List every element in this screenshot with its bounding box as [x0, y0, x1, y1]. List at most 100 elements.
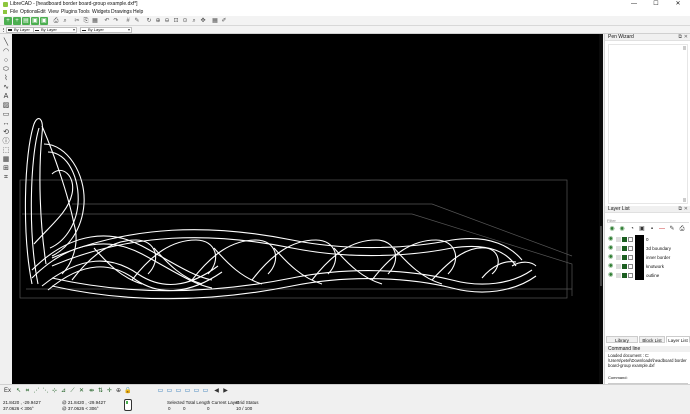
layer-row[interactable]: ◉ knotwork [606, 262, 690, 271]
pen-width-select[interactable]: By Layer ▾ [33, 27, 77, 33]
pen-toggle-icon[interactable]: ✐ [220, 17, 228, 25]
visibility-eye-icon[interactable]: ◉ [608, 272, 613, 279]
pan-icon[interactable]: ✥ [199, 17, 207, 25]
construction-icon[interactable] [628, 273, 633, 278]
save-icon[interactable]: ▣ [31, 17, 39, 25]
undo-icon[interactable]: ↶ [103, 17, 111, 25]
lock-icon[interactable] [616, 246, 621, 251]
close-button[interactable]: ✕ [670, 0, 686, 9]
circle-icon[interactable]: ○ [2, 57, 10, 65]
add-layer-icon[interactable]: ▪ [648, 226, 656, 232]
snap-center-icon[interactable]: ⊹ [51, 388, 58, 395]
exit-snap-icon[interactable]: Ex [3, 388, 12, 395]
draft-mode-icon[interactable]: ✎ [133, 17, 141, 25]
paste-icon[interactable]: ▦ [91, 17, 99, 25]
zoom-window-icon[interactable]: ⌕ [190, 17, 198, 25]
construction-icon[interactable] [628, 264, 633, 269]
relative-zero-icon[interactable]: ⊕ [115, 388, 122, 395]
spline-icon[interactable]: ∿ [2, 84, 10, 92]
print-icon[interactable] [622, 246, 627, 251]
lock-all-icon[interactable]: ▣ [638, 226, 646, 232]
snap-on-entity-icon[interactable]: ⋱ [42, 388, 49, 395]
info-icon[interactable]: ⓘ [2, 138, 10, 146]
visibility-eye-icon[interactable]: ◉ [608, 236, 613, 243]
menu-tools[interactable]: Tools [78, 9, 90, 16]
snap-icon[interactable]: ⌗ [2, 174, 10, 182]
scroll-up-icon[interactable] [683, 46, 686, 50]
lock-icon[interactable] [616, 264, 621, 269]
snap-middle-icon[interactable]: ⊿ [60, 388, 67, 395]
layer-row[interactable]: ◉ 0 [606, 235, 690, 244]
remove-layer-icon[interactable]: — [658, 226, 666, 232]
redo-icon[interactable]: ↷ [112, 17, 120, 25]
zoom-in-icon[interactable]: ⊕ [154, 17, 162, 25]
new-file-icon[interactable]: + [4, 17, 12, 25]
restrict-horizontal-icon[interactable]: ⇹ [88, 388, 95, 395]
menu-help[interactable]: Help [133, 9, 143, 16]
layer-row[interactable]: ◉ 3d boundary [606, 244, 690, 253]
cut-icon[interactable]: ✂ [73, 17, 81, 25]
image-icon[interactable]: ▭ [2, 111, 10, 119]
menu-options[interactable]: Options [20, 9, 37, 16]
view-monitor-icon[interactable]: ▭ [175, 388, 182, 395]
lock-icon[interactable] [616, 255, 621, 260]
drawing-canvas[interactable] [12, 34, 603, 384]
dimension-icon[interactable]: ↔ [2, 120, 10, 128]
snap-distance-icon[interactable]: ⟋ [69, 388, 76, 395]
polyline-icon[interactable]: ⌇ [2, 75, 10, 83]
ellipse-icon[interactable]: ⬭ [2, 66, 10, 74]
block-icon[interactable]: ▦ [2, 156, 10, 164]
app-menu-icon[interactable] [3, 10, 7, 14]
line-type-select[interactable]: By Layer ▾ [80, 27, 132, 33]
visibility-eye-icon[interactable]: ◉ [608, 263, 613, 270]
unlock-all-icon[interactable]: ◔ [628, 226, 636, 232]
new-template-icon[interactable]: + [13, 17, 21, 25]
show-all-layers-icon[interactable]: ◉ [608, 226, 616, 232]
minimize-button[interactable]: — [626, 0, 642, 9]
insert-icon[interactable]: ⊞ [2, 165, 10, 173]
canvas-scrollbar[interactable] [599, 34, 603, 384]
construction-icon[interactable] [628, 237, 633, 242]
print-icon[interactable]: ⎙ [52, 17, 60, 25]
save-as-icon[interactable]: ▣ [40, 17, 48, 25]
grid-toggle-icon[interactable]: # [124, 17, 132, 25]
line-icon[interactable]: ╲ [2, 39, 10, 47]
lock-relative-zero-icon[interactable]: 🔒 [124, 388, 131, 395]
snap-intersection-icon[interactable]: ✕ [78, 388, 85, 395]
snap-grid-icon[interactable]: ⌗ [24, 388, 31, 395]
float-icon[interactable]: ⧉ [678, 34, 682, 41]
restrict-orthogonal-icon[interactable]: ✛ [106, 388, 113, 395]
tab-block-list[interactable]: Block List [639, 336, 665, 343]
menu-edit[interactable]: Edit [37, 9, 46, 16]
next-view-icon[interactable]: ▶ [222, 388, 229, 395]
menu-drawings[interactable]: Drawings [111, 9, 132, 16]
edit-layer-icon[interactable]: ✎ [668, 226, 676, 232]
layer-row[interactable]: ◉ outline [606, 271, 690, 280]
print-icon[interactable] [622, 273, 627, 278]
view-monitor-icon[interactable]: ▭ [157, 388, 164, 395]
copy-icon[interactable]: ⎘ [82, 17, 90, 25]
menu-view[interactable]: View [48, 9, 59, 16]
menu-widgets[interactable]: Widgets [92, 9, 110, 16]
view-monitor-icon[interactable]: ▭ [193, 388, 200, 395]
zoom-previous-icon[interactable]: ⊙ [181, 17, 189, 25]
print-icon[interactable] [622, 264, 627, 269]
close-icon[interactable]: ✕ [684, 206, 688, 213]
view-monitor-icon[interactable]: ▭ [202, 388, 209, 395]
construction-icon[interactable] [628, 246, 633, 251]
restrict-vertical-icon[interactable]: ⇅ [97, 388, 104, 395]
hide-all-layers-icon[interactable]: ◉ [618, 226, 626, 232]
menu-plugins[interactable]: Plugins [61, 9, 77, 16]
lock-icon[interactable] [616, 273, 621, 278]
view-monitor-icon[interactable]: ▭ [166, 388, 173, 395]
arc-icon[interactable]: ◠ [2, 48, 10, 56]
layer-row[interactable]: ◉ inner border [606, 253, 690, 262]
lock-icon[interactable] [616, 237, 621, 242]
visibility-eye-icon[interactable]: ◉ [608, 245, 613, 252]
text-icon[interactable]: A [2, 93, 10, 101]
visibility-eye-icon[interactable]: ◉ [608, 254, 613, 261]
close-icon[interactable]: ✕ [684, 34, 688, 41]
redraw-icon[interactable]: ↻ [145, 17, 153, 25]
maximize-button[interactable]: ☐ [648, 0, 664, 9]
menu-file[interactable]: File [10, 9, 18, 16]
